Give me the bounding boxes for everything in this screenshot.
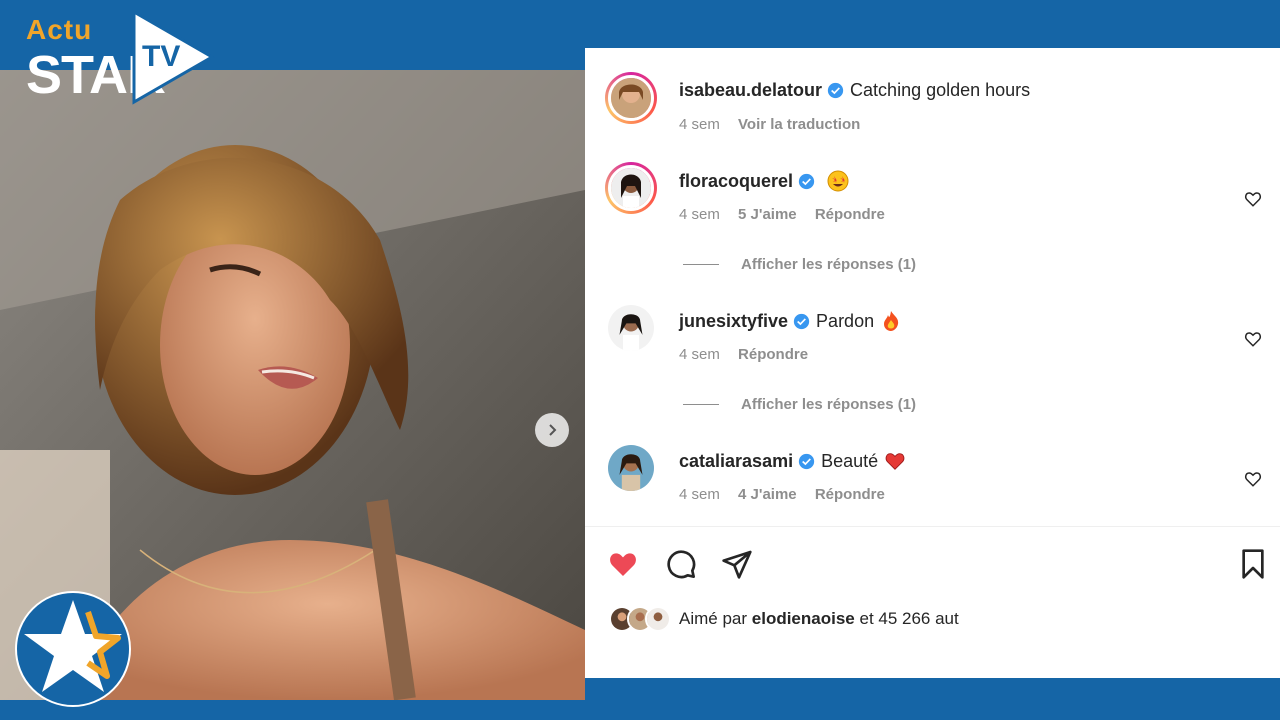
avatar[interactable] — [605, 162, 657, 214]
heart-outline-icon[interactable] — [1244, 330, 1262, 348]
comment-username[interactable]: floracoquerel — [679, 171, 793, 192]
tv-play-icon: TV — [132, 9, 216, 105]
comment-text: Beauté — [821, 450, 879, 471]
star-badge-logo — [15, 591, 131, 707]
liked-by-user[interactable]: elodienaoise — [752, 609, 855, 628]
likes-count[interactable]: 4 J'aime — [738, 486, 797, 503]
comment-text: Pardon — [816, 310, 875, 331]
red-heart-emoji — [885, 453, 905, 470]
heart-outline-icon[interactable] — [1244, 470, 1262, 488]
next-photo-button[interactable] — [535, 413, 569, 447]
comment-item: floracoquerel 4 sem 5 J'aime Répondre — [585, 162, 1280, 252]
comment-icon[interactable] — [665, 548, 697, 580]
liked-by-prefix: Aimé par — [679, 609, 748, 628]
likes-count[interactable]: 5 J'aime — [738, 206, 797, 223]
verified-icon — [798, 453, 815, 469]
comment-username[interactable]: junesixtyfive — [679, 311, 788, 332]
view-replies-button[interactable]: Afficher les réponses (1) — [683, 396, 916, 413]
comment-username[interactable]: cataliarasami — [679, 451, 793, 472]
actu-star-tv-logo: Actu STAR TV — [26, 9, 226, 114]
reply-button[interactable]: Répondre — [815, 206, 885, 223]
chevron-right-icon — [549, 424, 557, 436]
comment-time: 4 sem — [679, 206, 720, 223]
comment-item: cataliarasami Beauté 4 sem 4 J'aime Répo… — [585, 442, 1280, 532]
liked-by-row: Aimé par elodienaoise et 45 266 aut — [609, 606, 959, 632]
see-translation-link[interactable]: Voir la traduction — [738, 116, 860, 133]
star-struck-emoji — [827, 170, 849, 192]
instagram-comments-panel: isabeau.delatour Catching golden hours 4… — [585, 48, 1280, 678]
share-icon[interactable] — [721, 548, 753, 580]
comment-username[interactable]: isabeau.delatour — [679, 80, 822, 101]
comment-item: junesixtyfive Pardon 4 sem Répondre — [585, 302, 1280, 392]
verified-icon — [793, 313, 810, 329]
verified-icon — [798, 173, 815, 189]
divider — [585, 526, 1280, 527]
avatar — [645, 606, 671, 632]
verified-icon — [827, 82, 844, 99]
avatar[interactable] — [608, 445, 654, 491]
svg-text:TV: TV — [142, 40, 180, 73]
caption-comment: isabeau.delatour Catching golden hours 4… — [585, 72, 1280, 162]
comment-time: 4 sem — [679, 116, 720, 133]
avatar[interactable] — [605, 72, 657, 124]
comment-time: 4 sem — [679, 486, 720, 503]
heart-filled-icon[interactable] — [607, 548, 639, 580]
post-actions-bar — [607, 548, 1267, 582]
avatar[interactable] — [608, 305, 654, 351]
heart-outline-icon[interactable] — [1244, 190, 1262, 208]
comment-time: 4 sem — [679, 346, 720, 363]
view-replies-button[interactable]: Afficher les réponses (1) — [683, 256, 916, 273]
fire-emoji — [884, 311, 899, 331]
bookmark-icon[interactable] — [1237, 548, 1269, 580]
reply-button[interactable]: Répondre — [738, 346, 808, 363]
liked-by-count[interactable]: et 45 266 aut — [859, 609, 958, 628]
reply-button[interactable]: Répondre — [815, 486, 885, 503]
comment-text: Catching golden hours — [850, 80, 1031, 100]
